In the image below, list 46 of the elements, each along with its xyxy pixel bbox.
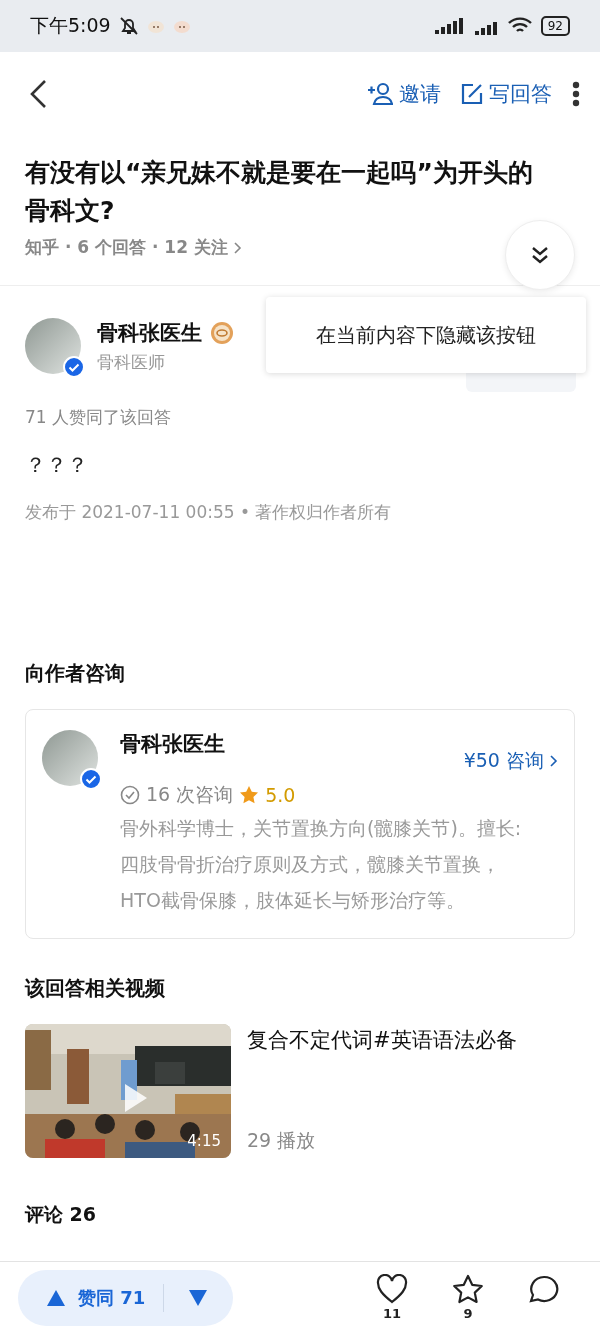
author-title: 骨科医师 [97,350,166,374]
question-meta-link[interactable]: 知乎 · 6 个回答 · 12 关注 [25,236,242,259]
status-time: 下午5:09 [30,13,111,38]
chevron-right-icon [233,241,242,254]
check-circle-icon [120,785,140,805]
question-title: 有没有以“亲兄妹不就是要在一起吗”为开头的骨科文? [25,157,534,227]
upvote-button[interactable]: 赞同 71 [18,1283,165,1312]
consult-card[interactable]: 骨科张医生 ¥50 咨询 16 次咨询 5.0 骨外科学博士，关节置换方向(髋膝关节)。擅长:四肢骨骨折治疗原则及方式，髋膝关节置换，HTO截骨保膝，肢体延长与矫形治疗等。 [25,709,575,939]
section-heading: 该回答相关视频 [25,975,166,1002]
more-button[interactable] [572,81,580,107]
triangle-up-icon [46,1288,66,1307]
comments-heading: 评论 26 [25,1202,98,1227]
consult-count: 16 次咨询 [146,782,234,807]
like-button[interactable]: 11 [374,1274,410,1321]
chevron-right-icon [550,755,558,767]
double-chevron-down-icon [530,245,550,265]
video-duration: 4:15 [187,1132,221,1150]
consultant-bio: 骨外科学博士，关节置换方向(髋膝关节)。擅长:四肢骨骨折治疗原则及方式，髋膝关节置换，HTO截骨保膝，肢体延长与矫形治疗等。 [120,816,523,913]
star-icon [239,785,260,805]
avatar[interactable] [42,730,98,786]
play-count: 29 播放 [247,1128,317,1153]
section-heading: 向作者咨询 [25,660,126,687]
consult-price-link[interactable]: ¥50 咨询 [463,748,558,774]
author-name[interactable]: 骨科张医生 [97,318,202,347]
star-button[interactable]: 9 [450,1274,486,1321]
consultant-name: 骨科张医生 [120,731,225,758]
muted-bell-icon [118,16,139,36]
medal-icon [210,320,234,345]
hide-button-popup[interactable]: 在当前内容下隐藏该按钮 [266,297,586,373]
avatar[interactable] [25,318,81,374]
write-answer-button[interactable]: 写回答 [461,80,552,108]
rating: 5.0 [265,784,296,806]
edit-icon [461,83,483,105]
publish-info: 发布于 2021-07-11 00:55 • 著作权归作者所有 [25,501,393,524]
add-person-icon [367,82,393,106]
upvote-summary: 71 人赞同了该回答 [25,406,173,429]
video-title[interactable]: 复合不定代词#英语语法必备 [247,1026,517,1054]
signal-icon [434,18,463,34]
comment-icon [528,1274,560,1304]
invite-button[interactable]: 邀请 [367,80,441,108]
triangle-down-icon [188,1288,209,1307]
heart-icon [376,1274,408,1304]
battery-level: 92 [540,16,570,36]
back-button[interactable] [28,79,48,109]
answer-text: ？？？ [25,452,89,479]
star-icon [452,1274,484,1304]
